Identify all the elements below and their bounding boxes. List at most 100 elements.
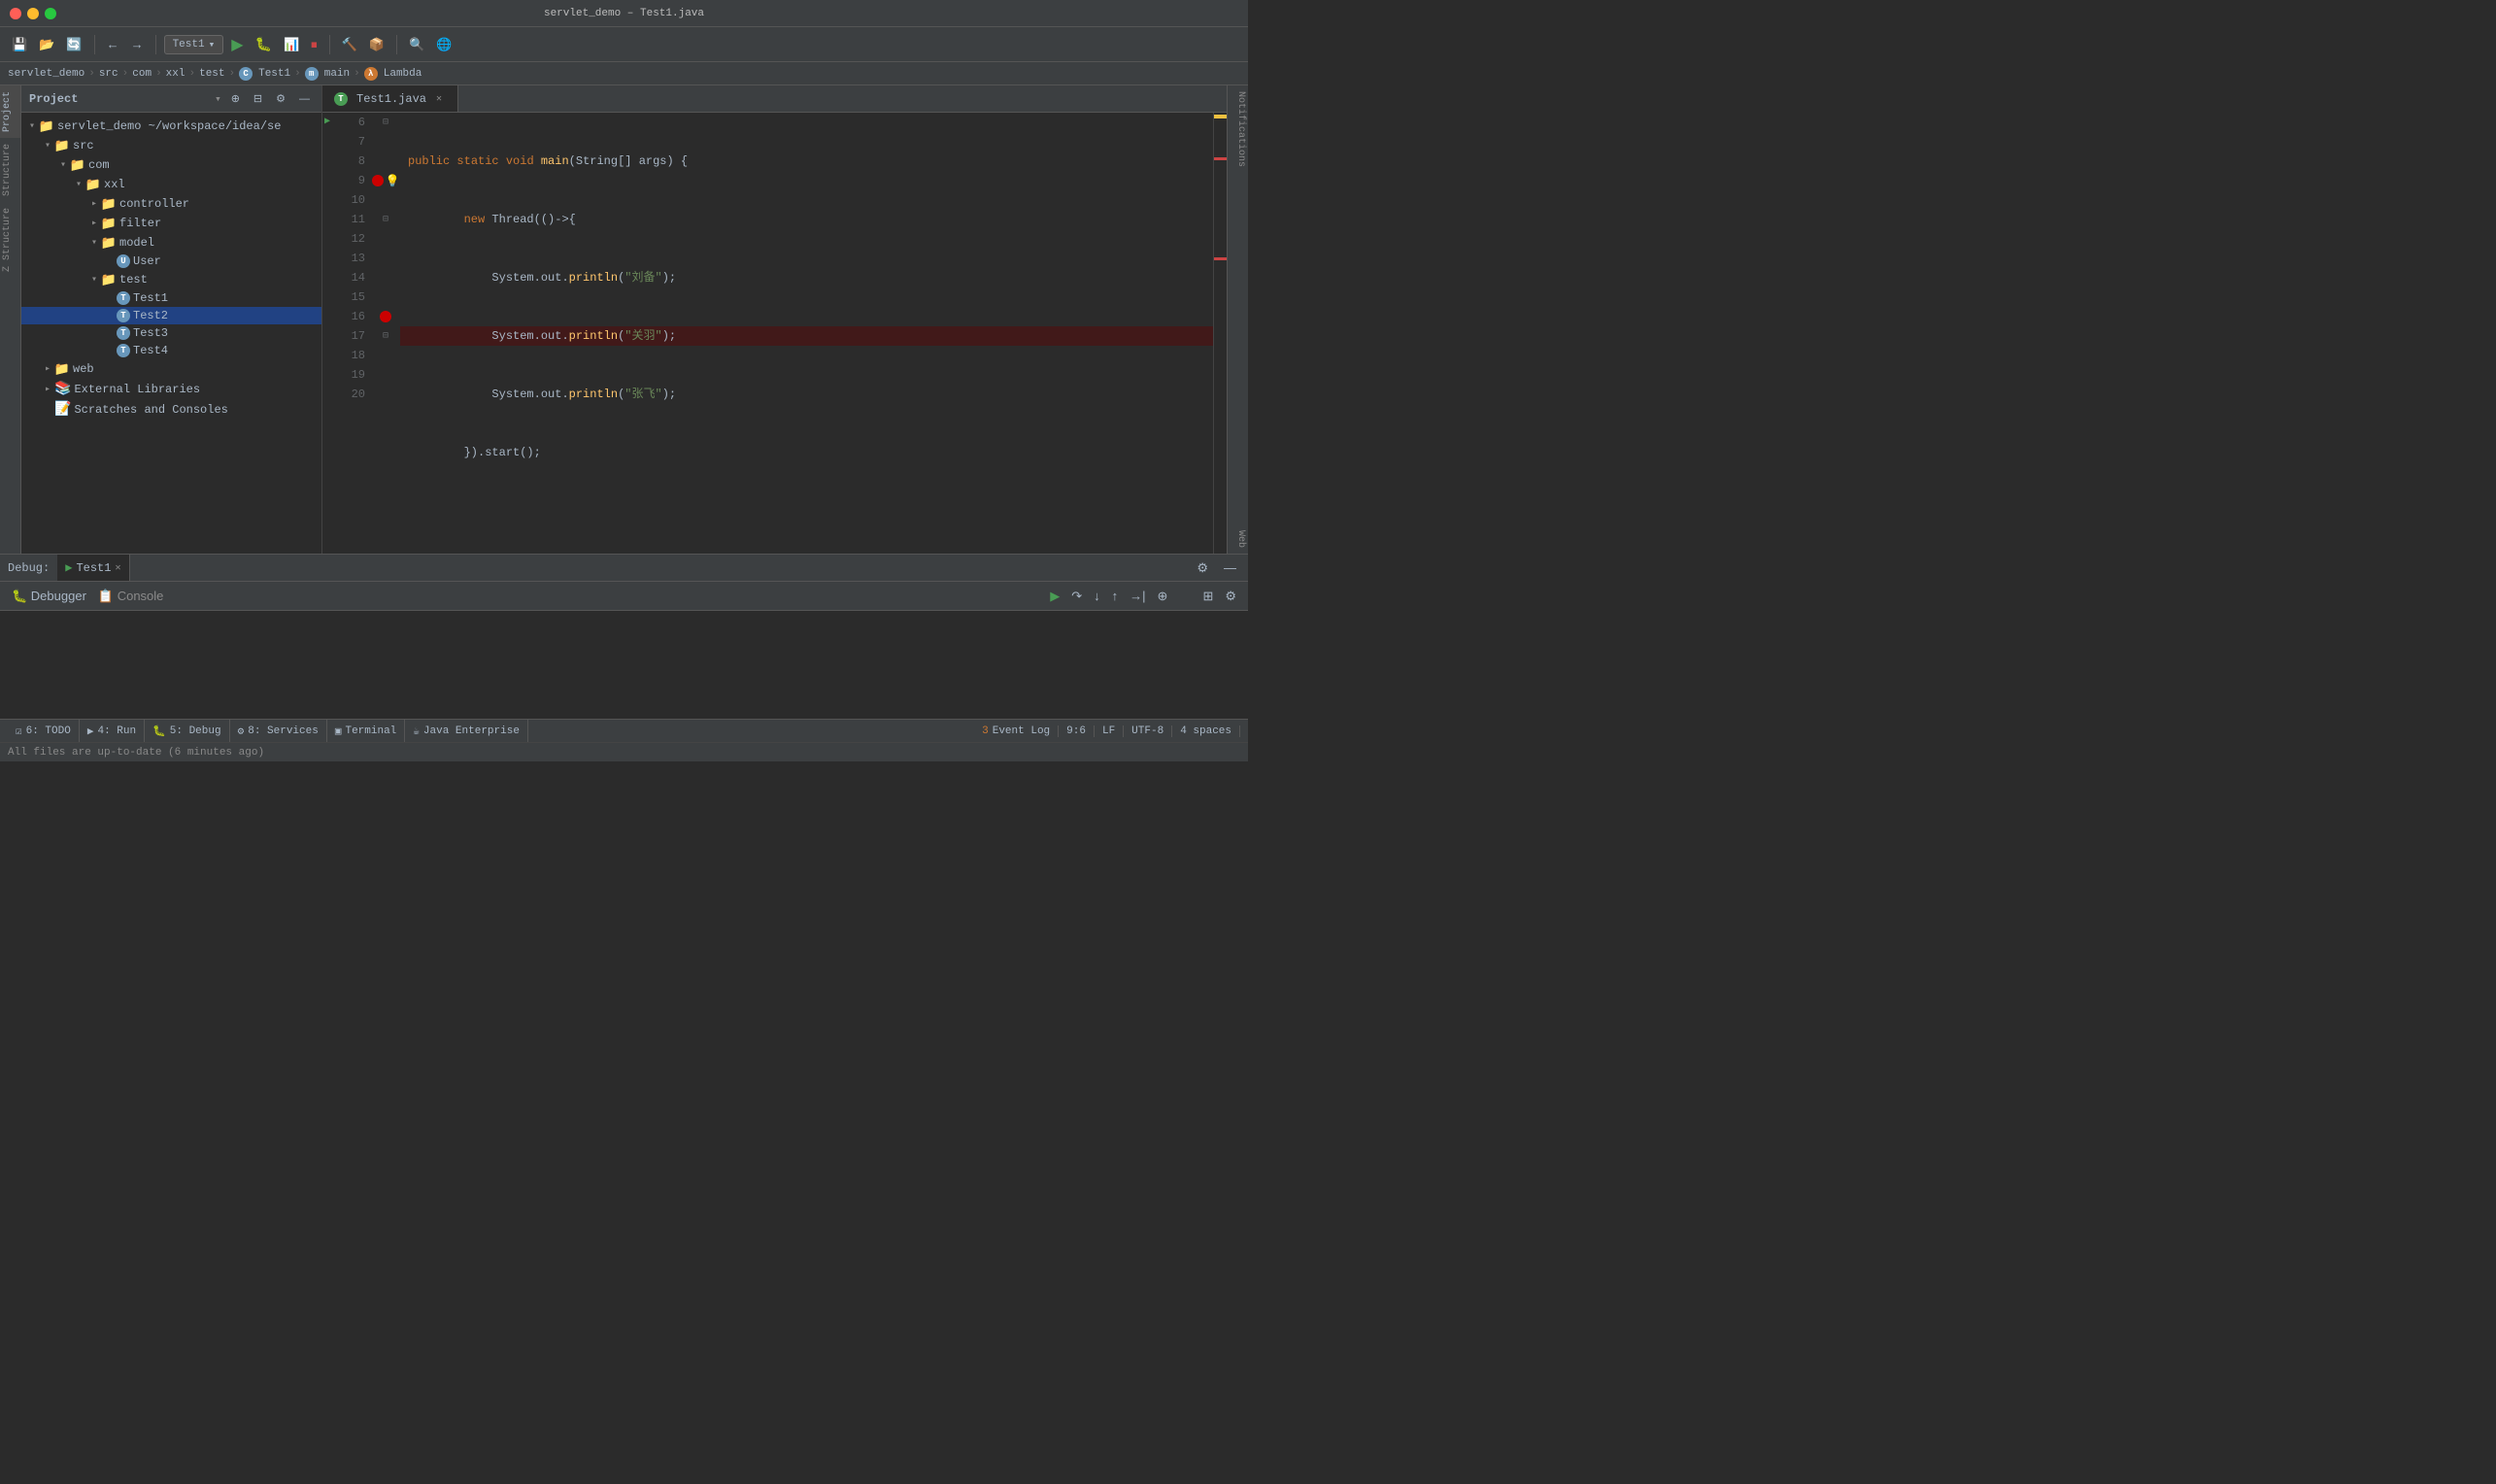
todo-label: 6: TODO bbox=[26, 725, 71, 737]
resume-button[interactable]: ▶ bbox=[1046, 587, 1063, 606]
open-button[interactable]: 📂 bbox=[35, 35, 58, 54]
status-bar: ☑ 6: TODO ▶ 4: Run 🐛 5: Debug ⚙ 8: Servi… bbox=[0, 719, 1248, 742]
status-line-sep[interactable]: LF bbox=[1095, 725, 1124, 737]
tree-item-test4[interactable]: ▸ T Test4 bbox=[21, 342, 321, 359]
tree-label-test1: Test1 bbox=[133, 291, 168, 305]
debug-hide-button[interactable]: — bbox=[1220, 558, 1240, 577]
search-button[interactable]: 🔍 bbox=[405, 35, 428, 54]
debug-button[interactable]: 🐛 bbox=[252, 34, 276, 54]
tree-item-controller[interactable]: ▸ 📁 controller bbox=[21, 194, 321, 214]
tree-label-user: User bbox=[133, 254, 161, 268]
status-encoding[interactable]: UTF-8 bbox=[1124, 725, 1172, 737]
build-button[interactable]: 🔨 bbox=[338, 35, 361, 54]
tree-item-test3[interactable]: ▸ T Test3 bbox=[21, 324, 321, 342]
breadcrumb-xxl[interactable]: xxl bbox=[166, 68, 186, 80]
fold-icon-6[interactable]: ⊟ bbox=[383, 117, 388, 128]
breadcrumb-project[interactable]: servlet_demo bbox=[8, 68, 84, 80]
tree-item-com[interactable]: ▾ 📁 com bbox=[21, 155, 321, 175]
stop-button[interactable]: ⏹ bbox=[307, 35, 321, 54]
tree-item-xxl[interactable]: ▾ 📁 xxl bbox=[21, 175, 321, 194]
fold-icon-17[interactable]: ⊟ bbox=[383, 330, 388, 342]
code-editor[interactable]: ▶ 6 7 8 9 10 11 12 13 14 15 16 17 18 19 … bbox=[322, 113, 1227, 554]
tab-close-button[interactable]: ✕ bbox=[432, 92, 446, 106]
status-services[interactable]: ⚙ 8: Services bbox=[230, 720, 327, 742]
status-run[interactable]: ▶ 4: Run bbox=[80, 720, 145, 742]
run-button[interactable]: ▶ bbox=[227, 33, 247, 56]
tree-item-scratches[interactable]: ▸ 📝 Scratches and Consoles bbox=[21, 399, 321, 420]
console-tab-button[interactable]: 📋 Console bbox=[94, 587, 168, 606]
tree-item-servlet-demo[interactable]: ▾ 📁 servlet_demo ~/workspace/idea/se bbox=[21, 117, 321, 136]
tree-item-test[interactable]: ▾ 📁 test bbox=[21, 270, 321, 289]
breadcrumb-main[interactable]: main bbox=[324, 68, 350, 80]
debug-settings-button[interactable]: ⚙ bbox=[1193, 558, 1212, 578]
minimize-button[interactable] bbox=[27, 8, 39, 19]
breadcrumb-lambda[interactable]: Lambda bbox=[384, 68, 422, 80]
breadcrumb-src[interactable]: src bbox=[99, 68, 118, 80]
maximize-button[interactable] bbox=[45, 8, 56, 19]
breadcrumb-test[interactable]: test bbox=[199, 68, 224, 80]
status-debug[interactable]: 🐛 5: Debug bbox=[145, 720, 230, 742]
debug-tab-close[interactable]: ✕ bbox=[115, 562, 120, 574]
expand-arrow: ▸ bbox=[87, 197, 101, 211]
project-dropdown-icon[interactable]: ▾ bbox=[215, 92, 221, 106]
step-out-button[interactable]: ↑ bbox=[1108, 587, 1123, 605]
translate-button[interactable]: 🌐 bbox=[432, 35, 455, 54]
tree-label-test3: Test3 bbox=[133, 326, 168, 340]
gutter-19 bbox=[371, 365, 400, 385]
run-to-cursor-button[interactable]: →| bbox=[1126, 587, 1149, 605]
settings-button[interactable]: ⚙ bbox=[1221, 587, 1240, 606]
tree-label-model: model bbox=[119, 236, 154, 250]
project-tab[interactable]: Project bbox=[0, 85, 20, 138]
tree-item-web[interactable]: ▸ 📁 web bbox=[21, 359, 321, 379]
back-button[interactable]: ← bbox=[103, 35, 123, 53]
breakpoint-16[interactable] bbox=[380, 311, 391, 322]
breadcrumb-test1[interactable]: Test1 bbox=[258, 68, 290, 80]
save-button[interactable]: 💾 bbox=[8, 35, 31, 54]
run-config[interactable]: Test1 ▾ bbox=[164, 35, 224, 54]
step-over-button[interactable]: ↷ bbox=[1067, 587, 1086, 606]
forward-button[interactable]: → bbox=[127, 35, 148, 53]
fold-icon-11[interactable]: ⊟ bbox=[383, 214, 388, 225]
tree-settings-button[interactable]: ⚙ bbox=[272, 90, 289, 107]
breadcrumb-com[interactable]: com bbox=[132, 68, 152, 80]
status-position[interactable]: 9:6 bbox=[1059, 725, 1095, 737]
step-into-button[interactable]: ↓ bbox=[1090, 587, 1104, 605]
tree-item-src[interactable]: ▾ 📁 src bbox=[21, 136, 321, 155]
sdk-button[interactable]: 📦 bbox=[365, 35, 388, 54]
run-with-coverage-button[interactable]: 📊 bbox=[280, 35, 303, 54]
tree-label-ext-libs: External Libraries bbox=[74, 383, 200, 396]
code-content[interactable]: public static void main(String[] args) {… bbox=[400, 113, 1213, 554]
notification-tab[interactable]: Notifications bbox=[1228, 85, 1248, 173]
controller-folder-icon: 📁 bbox=[101, 196, 117, 212]
restore-layout-button[interactable]: ⊞ bbox=[1198, 587, 1217, 606]
z-structure-tab[interactable]: Z Structure bbox=[0, 202, 20, 278]
file-tree-header: Project ▾ ⊕ ⊟ ⚙ — bbox=[21, 85, 321, 113]
status-event-log[interactable]: 3 Event Log bbox=[974, 725, 1059, 737]
tree-locate-button[interactable]: ⊕ bbox=[227, 90, 244, 107]
code-line-6: public static void main(String[] args) { bbox=[400, 152, 1213, 171]
status-todo[interactable]: ☑ 6: TODO bbox=[8, 720, 80, 742]
tree-collapse-button[interactable]: ⊟ bbox=[250, 90, 266, 107]
web-tab[interactable]: Web bbox=[1228, 524, 1248, 554]
breakpoint-9[interactable] bbox=[372, 175, 384, 186]
status-java-enterprise[interactable]: ☕ Java Enterprise bbox=[405, 720, 528, 742]
tree-item-filter[interactable]: ▸ 📁 filter bbox=[21, 214, 321, 233]
tree-item-ext-libs[interactable]: ▸ 📚 External Libraries bbox=[21, 379, 321, 399]
close-button[interactable] bbox=[10, 8, 21, 19]
gutter-16 bbox=[371, 307, 400, 326]
debugger-tab-button[interactable]: 🐛 Debugger bbox=[8, 587, 90, 606]
tree-item-model[interactable]: ▾ 📁 model bbox=[21, 233, 321, 253]
tree-item-user[interactable]: ▸ U User bbox=[21, 253, 321, 270]
debug-tab-test1[interactable]: ▶ Test1 ✕ bbox=[57, 555, 129, 581]
status-right: 3 Event Log 9:6 LF UTF-8 4 spaces bbox=[974, 725, 1240, 737]
tree-item-test1[interactable]: ▸ T Test1 bbox=[21, 289, 321, 307]
status-indent[interactable]: 4 spaces bbox=[1172, 725, 1240, 737]
evaluate-button[interactable]: ⊕ bbox=[1154, 587, 1172, 606]
bulb-icon-9[interactable]: 💡 bbox=[386, 174, 400, 188]
status-terminal[interactable]: ▣ Terminal bbox=[327, 720, 405, 742]
editor-tab-test1[interactable]: T Test1.java ✕ bbox=[322, 85, 458, 112]
structure-tab[interactable]: Structure bbox=[0, 138, 20, 202]
tree-hide-button[interactable]: — bbox=[295, 91, 314, 107]
refresh-button[interactable]: 🔄 bbox=[62, 35, 85, 54]
tree-item-test2[interactable]: ▸ T Test2 bbox=[21, 307, 321, 324]
